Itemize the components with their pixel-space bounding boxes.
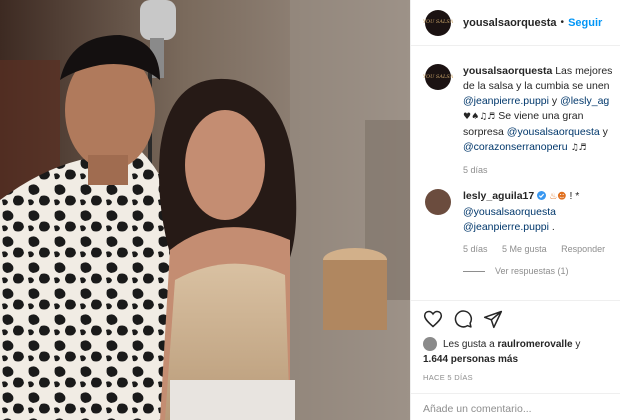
caption-line4: Se viene una gran [498,110,584,122]
avatar-text: YOU SALSA [422,73,454,80]
likes-prefix: Les gusta a [443,338,495,350]
view-replies-label: Ver respuestas (1) [495,266,569,276]
caption: YOU SALSA yousalsaorquesta Las mejores d… [422,64,620,175]
heart-icon[interactable] [423,309,443,329]
caption-mention-3[interactable]: @yousalsaorquesta [507,126,600,138]
separator-dot: • [560,17,565,28]
commenter-avatar[interactable] [425,189,451,215]
post-photo[interactable] [0,0,410,420]
post-header: YOU SALSA yousalsaorquesta • Seguir [411,0,620,46]
caption-line5: sorpresa [463,126,504,138]
caption-line1: Las mejores [555,65,613,77]
follow-button[interactable]: Seguir [568,17,602,29]
header-username[interactable]: yousalsaorquesta [463,17,557,29]
comment-likes[interactable]: 5 Me gusta [502,244,547,254]
caption-mention-4[interactable]: @corazonserranoperu [463,141,568,153]
emoji-icons: ♫♬ [570,143,587,153]
comment-mention-2-tail: . [551,221,555,233]
caption-line5-tail: y [602,126,608,138]
post-side-panel: YOU SALSA yousalsaorquesta • Seguir YOU … [410,0,620,420]
likes-summary: Les gusta a raulromerovalle y [423,337,609,351]
verified-icon [537,191,547,200]
comment-tail: ! * [569,190,580,202]
comment-time[interactable]: 5 días [463,244,488,254]
caption-avatar[interactable]: YOU SALSA [422,64,454,90]
post-actions: Les gusta a raulromerovalle y 1.644 pers… [411,300,620,382]
share-icon[interactable] [483,309,503,329]
emoji-icons: ♥♠♫♬ [463,112,496,122]
caption-mention-2[interactable]: @lesly_ag [560,95,609,107]
comment-mention-2[interactable]: @jeanpierre.puppi [463,221,549,233]
add-comment-input[interactable]: Añade un comentario... [411,393,620,420]
caption-line2: de la salsa y la cumbia se unen [463,80,610,92]
comment-mention-1[interactable]: @yousalsaorquesta [463,206,556,218]
caption-and: y [551,95,558,107]
likes-user[interactable]: raulromerovalle [498,339,573,350]
reply-button[interactable]: Responder [561,244,605,254]
view-replies-button[interactable]: Ver respuestas (1) [463,266,620,276]
likes-suffix: y [575,338,581,350]
comment-username[interactable]: lesly_aguila17 [463,190,534,202]
likes-count[interactable]: 1.644 personas más [423,354,609,365]
replies-divider [463,270,485,272]
post-image [0,0,410,420]
caption-time[interactable]: 5 días [463,165,488,175]
avatar-text: YOU SALSA [422,19,454,25]
comment-icon[interactable] [453,309,473,329]
account-avatar[interactable]: YOU SALSA [422,9,454,36]
caption-mention-1[interactable]: @jeanpierre.puppi [463,95,549,107]
caption-username[interactable]: yousalsaorquesta [463,65,552,77]
post-timestamp[interactable]: HACE 5 DÍAS [423,373,609,382]
liker-avatar[interactable] [423,337,437,351]
comment: lesly_aguila17 ♨☻ ! * @yousalsaorquesta … [425,189,620,254]
comments-list: YOU SALSA yousalsaorquesta Las mejores d… [422,64,620,276]
emoji-icons: ♨☻ [549,192,567,202]
